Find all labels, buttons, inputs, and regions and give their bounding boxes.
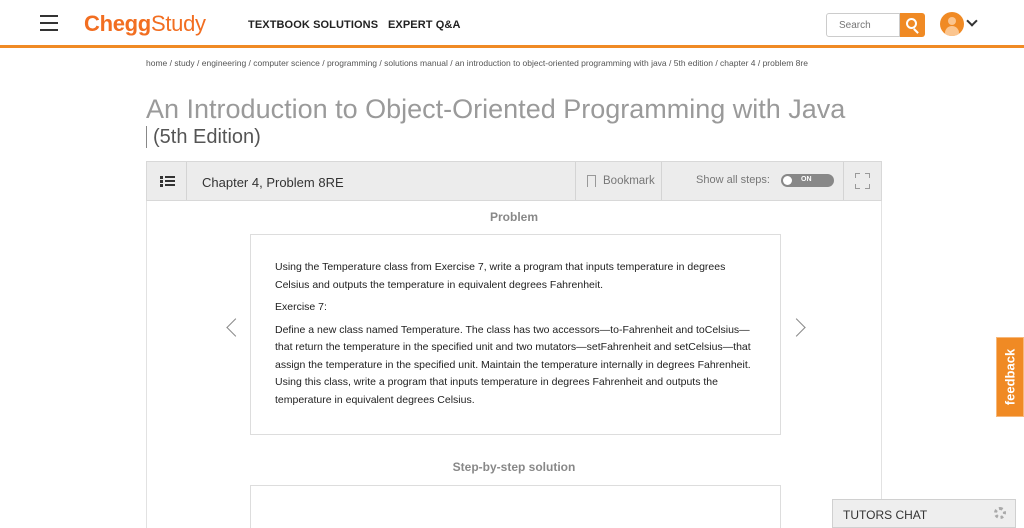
menu-icon[interactable]	[40, 15, 58, 31]
solution-toolbar: Chapter 4, Problem 8RE Bookmark Show all…	[146, 161, 882, 201]
problem-heading: Problem	[489, 210, 538, 224]
nav-textbook-solutions[interactable]: TEXTBOOK SOLUTIONS	[248, 19, 378, 31]
avatar-icon[interactable]	[940, 12, 964, 36]
gear-icon[interactable]	[994, 507, 1006, 519]
tutors-chat-label: TUTORS CHAT	[843, 508, 928, 522]
problem-text-box: Using the Temperature class from Exercis…	[250, 234, 781, 435]
problem-statement: Using the Temperature class from Exercis…	[275, 261, 726, 291]
chevron-left-icon[interactable]	[226, 318, 245, 337]
logo-product: Study	[150, 11, 206, 36]
top-navigation-bar: CheggStudy TEXTBOOK SOLUTIONS EXPERT Q&A	[0, 0, 1024, 48]
toggle-state-label: ON	[801, 176, 812, 183]
page-title: An Introduction to Object-Oriented Progr…	[146, 94, 846, 124]
chegg-study-logo[interactable]: CheggStudy	[84, 11, 206, 37]
search-icon	[906, 18, 917, 29]
list-icon[interactable]	[147, 162, 187, 200]
breadcrumb[interactable]: home / study / engineering / computer sc…	[146, 58, 876, 68]
search-button[interactable]	[900, 13, 925, 37]
chapter-problem-label[interactable]: Chapter 4, Problem 8RE	[202, 175, 344, 190]
bookmark-icon	[587, 175, 596, 187]
chevron-down-icon[interactable]	[966, 15, 978, 27]
exercise-description: Define a new class named Temperature. Th…	[275, 323, 751, 406]
solution-heading: Step-by-step solution	[452, 460, 576, 474]
feedback-label: feedback	[1002, 348, 1018, 406]
bookmark-button[interactable]: Bookmark	[575, 162, 662, 200]
bookmark-label: Bookmark	[603, 175, 655, 187]
chevron-right-icon[interactable]	[787, 318, 806, 337]
logo-brand: Chegg	[84, 11, 151, 36]
tutors-chat-widget[interactable]: TUTORS CHAT	[832, 499, 1016, 528]
exercise-label: Exercise 7:	[275, 301, 327, 313]
feedback-tab[interactable]: feedback	[996, 337, 1024, 417]
search-input[interactable]	[826, 13, 900, 37]
solution-box	[250, 485, 781, 528]
show-all-steps-label: Show all steps:	[696, 174, 770, 186]
nav-expert-qa[interactable]: EXPERT Q&A	[388, 19, 461, 31]
content-panel: Problem Using the Temperature class from…	[146, 201, 882, 528]
show-all-steps-toggle[interactable]: ON	[781, 174, 834, 187]
expand-icon[interactable]	[843, 162, 881, 200]
edition-subtitle: (5th Edition)	[146, 126, 261, 148]
